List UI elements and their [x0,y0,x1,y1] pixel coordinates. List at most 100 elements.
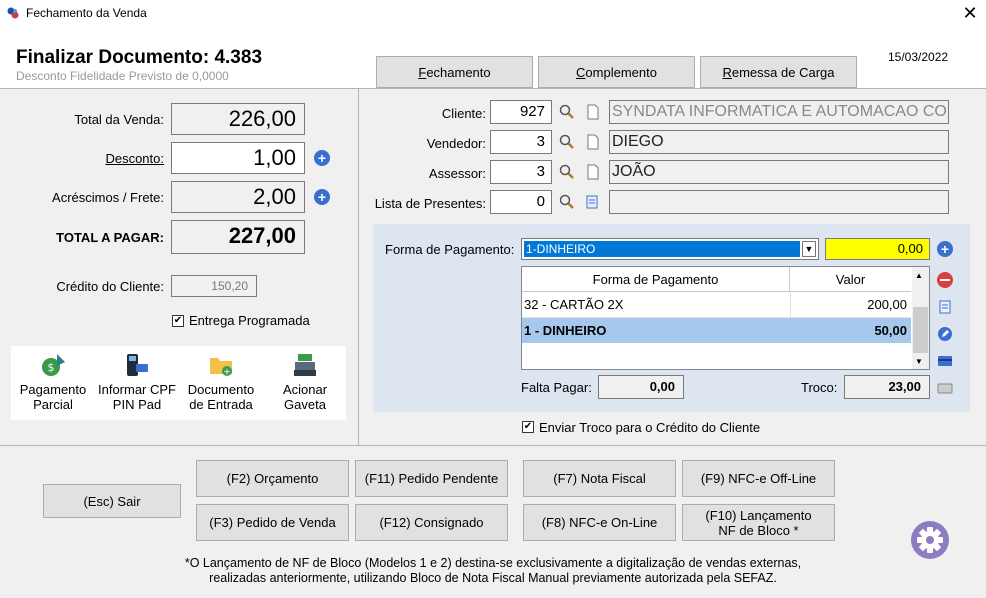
vendedor-label: Vendedor: [426,136,486,151]
cpf-pinpad-label-1: Informar CPF [97,382,176,397]
payment-details-icon[interactable] [937,299,953,315]
table-row-selected[interactable]: 1 - DINHEIRO 50,00 [522,318,911,343]
money-bag-icon: $ [42,354,65,376]
pedido-pendente-button[interactable]: (F11) Pedido Pendente [355,460,508,497]
nfce-offline-button[interactable]: (F9) NFC-e Off-Line [682,460,835,497]
search-cliente-icon[interactable] [559,104,575,120]
vendedor-document-icon[interactable] [585,134,601,150]
lancamento-label-2: NF de Bloco * [718,522,799,538]
exit-button[interactable]: (Esc) Sair [43,484,181,518]
gift-list-label: Lista de Presentes: [374,196,486,211]
nota-fiscal-button[interactable]: (F7) Nota Fiscal [523,460,676,497]
tab-fechamento[interactable]: Fechamento [376,56,533,88]
chevron-down-icon[interactable]: ▼ [802,241,816,257]
scroll-thumb[interactable] [913,307,928,353]
entry-document-label-1: Documento [187,382,255,397]
nfce-online-button[interactable]: (F8) NFC-e On-Line [523,504,676,541]
total-to-pay-label: TOTAL A PAGAR: [56,230,164,245]
payment-method-select[interactable]: 1-DINHEIRO ▼ [521,238,819,260]
add-payment-icon[interactable]: + [937,241,953,257]
footer-divider [0,445,986,446]
entry-document-button[interactable]: + Documento de Entrada [181,352,261,412]
orcamento-button[interactable]: (F2) Orçamento [196,460,349,497]
cliente-code-input[interactable]: 927 [490,100,552,124]
surcharge-label: Acréscimos / Frete: [52,190,164,205]
total-label: Total da Venda: [74,112,164,127]
total-value: 226,00 [171,103,305,135]
payment-value-input[interactable]: 0,00 [825,238,930,260]
discount-label: Desconto: [105,151,164,166]
loyalty-discount-note: Desconto Fidelidade Previsto de 0,0000 [16,69,229,83]
edit-payment-icon[interactable] [937,326,953,342]
search-vendedor-icon[interactable] [559,134,575,150]
falta-pagar-value: 0,00 [598,375,684,399]
svg-text:+: + [223,368,231,378]
scheduled-delivery-checkbox[interactable]: ✔ [172,315,184,327]
lancamento-nf-bloco-button[interactable]: (F10) Lançamento NF de Bloco * [682,504,835,541]
grid-header-method: Forma de Pagamento [522,267,790,292]
scroll-up-icon[interactable]: ▲ [915,271,923,280]
grid-header-value: Valor [790,267,911,292]
table-row[interactable]: 32 - CARTÃO 2X 200,00 [522,292,911,318]
search-assessor-icon[interactable] [559,164,575,180]
footnote-line-1: *O Lançamento de NF de Bloco (Modelos 1 … [184,556,802,570]
window-title: Fechamento da Venda [26,6,147,20]
consignado-button[interactable]: (F12) Consignado [355,504,508,541]
partial-payment-label-2: Parcial [33,397,73,412]
add-discount-icon[interactable]: + [314,150,330,166]
pedido-venda-button[interactable]: (F3) Pedido de Venda [196,504,349,541]
open-drawer-button[interactable]: Acionar Gaveta [265,352,345,412]
remove-payment-icon[interactable] [937,272,953,288]
settings-gear-icon[interactable] [910,520,950,560]
cpf-pinpad-button[interactable]: Informar CPF PIN Pad [95,352,179,412]
assessor-document-icon[interactable] [585,164,601,180]
partial-payment-button[interactable]: $ Pagamento Parcial [13,352,93,412]
customer-credit-label: Crédito do Cliente: [56,279,164,294]
svg-text:$: $ [48,361,55,374]
tab-complemento[interactable]: Complemento [538,56,695,88]
assessor-code-input[interactable]: 3 [490,160,552,184]
app-logo-icon [7,7,19,19]
troco-label: Troco: [801,380,838,395]
vendedor-name: DIEGO [609,130,949,154]
send-change-label: Enviar Troco para o Crédito do Cliente [539,420,761,435]
assessor-name: JOÃO [609,160,949,184]
vendedor-code-input[interactable]: 3 [490,130,552,154]
cash-register-icon [294,354,316,376]
partial-payment-label-1: Pagamento [19,382,87,397]
discount-input[interactable]: 1,00 [171,142,305,174]
header-divider [0,88,986,89]
gift-list-code-input[interactable]: 0 [490,190,552,214]
add-surcharge-icon[interactable]: + [314,189,330,205]
pinpad-icon [127,354,148,376]
row-method: 1 - DINHEIRO [524,323,607,338]
cliente-document-icon[interactable] [585,104,601,120]
total-to-pay-value: 227,00 [171,220,305,254]
document-title: Finalizar Documento: 4.383 [16,47,263,68]
scroll-down-icon[interactable]: ▼ [915,357,923,366]
footnote: *O Lançamento de NF de Bloco (Modelos 1 … [0,556,986,586]
row-value: 200,00 [867,297,907,312]
surcharge-value: 2,00 [171,181,305,213]
scheduled-delivery-label: Entrega Programada [189,313,310,328]
cliente-label: Cliente: [441,106,486,121]
payment-grid: Forma de Pagamento Valor 32 - CARTÃO 2X … [521,266,930,370]
lancamento-label-1: (F10) Lançamento [705,507,812,523]
cliente-name: SYNDATA INFORMATICA E AUTOMACAO COM [609,100,949,124]
card-icon[interactable] [937,353,953,369]
troco-value: 23,00 [844,375,930,399]
close-icon[interactable]: ✕ [958,2,982,24]
footnote-line-2: realizadas anteriormente, utilizando Blo… [209,571,777,585]
assessor-label: Assessor: [428,166,486,181]
tab-remessa-de-carga[interactable]: Remessa de Carga [700,56,857,88]
customer-credit-value: 150,20 [171,275,257,297]
folder-add-icon: + [210,358,232,378]
title-bar: Fechamento da Venda ✕ [0,0,986,28]
grid-scrollbar[interactable]: ▲ ▼ [912,267,929,369]
open-drawer-label-2: Gaveta [284,397,326,412]
payment-method-selected: 1-DINHEIRO [524,241,800,257]
gift-list-icon[interactable] [585,194,601,210]
search-gift-list-icon[interactable] [559,194,575,210]
keyboard-icon[interactable] [937,380,953,396]
send-change-checkbox[interactable]: ✔ [522,421,534,433]
